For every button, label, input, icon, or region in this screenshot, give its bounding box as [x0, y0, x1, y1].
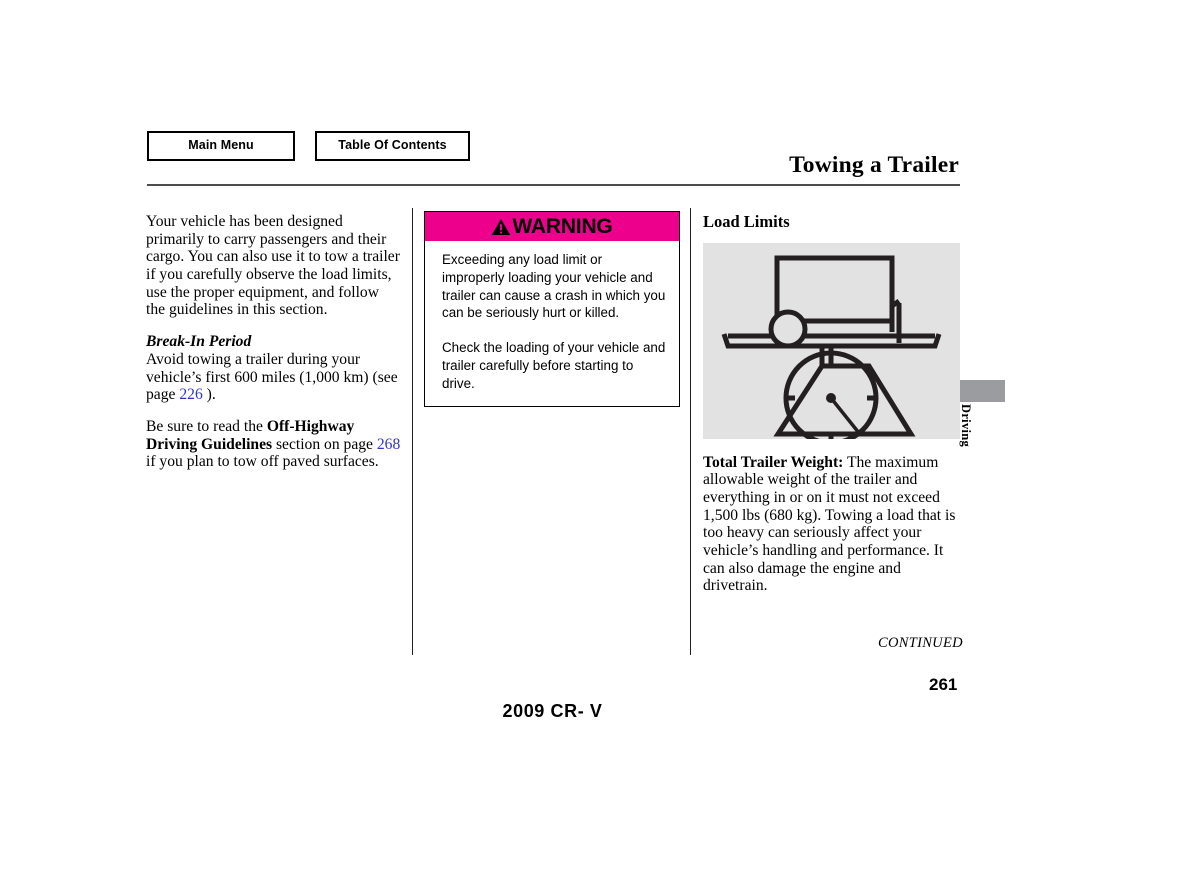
break-in-paragraph: Avoid towing a trailer during your vehic… — [146, 351, 401, 404]
navigation-bar: Main Menu Table Of Contents — [147, 131, 470, 161]
column-divider-left — [412, 208, 413, 655]
column-divider-right — [690, 208, 691, 655]
break-in-period-heading: Break-In Period — [146, 333, 252, 351]
page-reference-268[interactable]: 268 — [377, 436, 400, 453]
manual-page: Main Menu Table Of Contents Towing a Tra… — [0, 0, 1200, 892]
off-highway-text-part2: section on page — [272, 435, 377, 453]
right-column: Load Limits Total Trailer Weight: The ma… — [703, 212, 960, 596]
page-title: Towing a Trailer — [789, 152, 959, 178]
warning-paragraph-1: Exceeding any load limit or improperly l… — [442, 252, 666, 321]
intro-paragraph: Your vehicle has been designed primarily… — [146, 213, 400, 319]
warning-box: WARNING Exceeding any load limit or impr… — [424, 211, 680, 408]
main-menu-button[interactable]: Main Menu — [147, 131, 295, 161]
table-of-contents-button[interactable]: Table Of Contents — [315, 131, 470, 161]
model-footer: 2009 CR- V — [502, 701, 603, 721]
header-divider-rule — [147, 184, 960, 186]
section-thumb-tab — [960, 380, 1005, 402]
left-column: Your vehicle has been designed primarily… — [146, 213, 401, 471]
warning-triangle-icon — [492, 218, 511, 235]
total-trailer-weight-body: The maximum allowable weight of the trai… — [703, 453, 956, 595]
section-thumb-tab-label: Driving — [959, 404, 973, 448]
trailer-on-scale-illustration — [721, 255, 942, 439]
continued-label: CONTINUED — [878, 635, 963, 651]
total-trailer-weight-text: Total Trailer Weight: The maximum allowa… — [703, 454, 960, 596]
warning-header: WARNING — [425, 212, 679, 241]
off-highway-text-part1: Be sure to read the — [146, 417, 267, 435]
off-highway-paragraph: Be sure to read the Off-Highway Driving … — [146, 418, 401, 471]
break-in-text-part2: ). — [202, 386, 216, 404]
page-number: 261 — [929, 675, 958, 694]
load-limits-figure — [703, 242, 960, 439]
warning-heading-label: WARNING — [512, 215, 613, 238]
load-limits-heading: Load Limits — [703, 212, 790, 231]
total-trailer-weight-label: Total Trailer Weight: — [703, 453, 844, 471]
warning-paragraph-2: Check the loading of your vehicle and tr… — [442, 340, 666, 391]
warning-body: Exceeding any load limit or improperly l… — [425, 241, 679, 406]
off-highway-text-part3: if you plan to tow off paved surfaces. — [146, 453, 379, 471]
page-reference-226[interactable]: 226 — [179, 386, 202, 403]
